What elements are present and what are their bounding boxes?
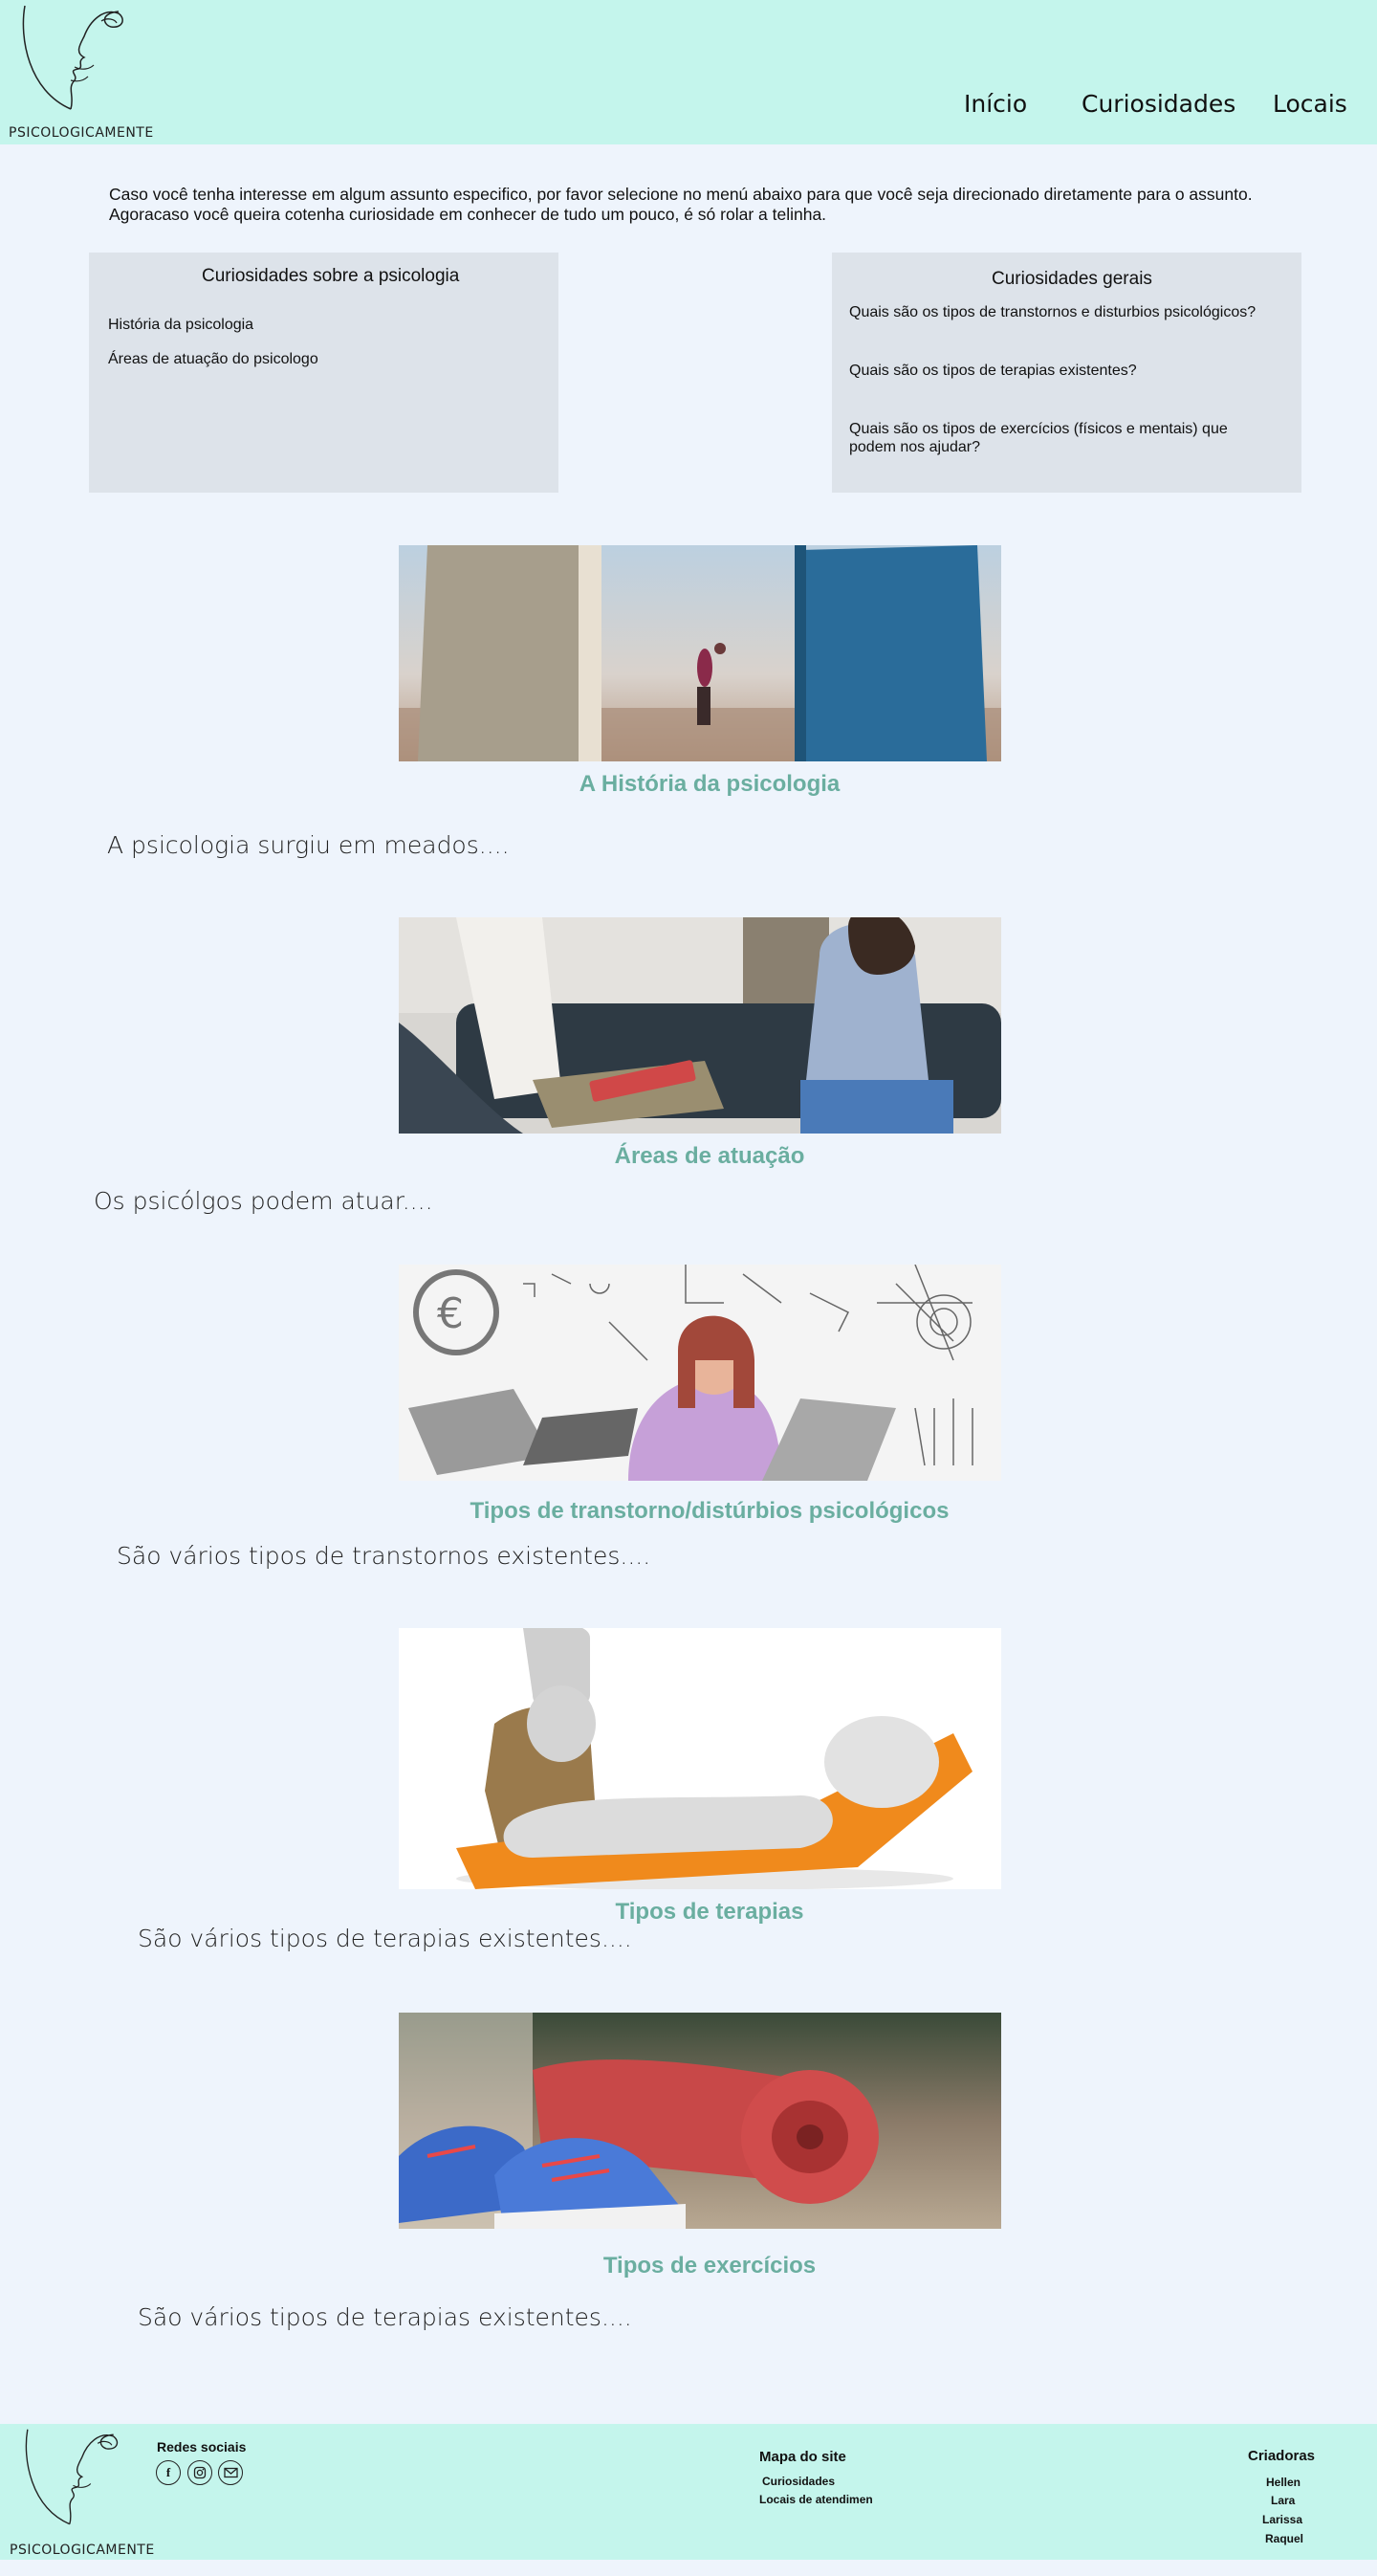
article-title-disorders: Tipos de transtorno/distúrbios psicológi… (470, 1498, 950, 1524)
article-title-exercises: Tipos de exercícios (602, 2253, 817, 2279)
nav-item-curiosidades[interactable]: Curiosidades (1082, 90, 1235, 118)
email-icon[interactable] (218, 2460, 243, 2485)
creator-name: Hellen (1266, 2476, 1301, 2489)
intro-text: Caso você tenha interesse em algum assun… (109, 185, 1295, 225)
article-text-disorders: São vários tipos de transtornos existent… (117, 1542, 651, 1570)
article-text-exercises: São vários tipos de terapias existentes.… (138, 2303, 632, 2331)
intro-line-2: Agoracaso você queira cotenha curiosidad… (109, 205, 827, 224)
books-person-image (399, 545, 1001, 761)
creator-name: Lara (1271, 2494, 1296, 2507)
brand-name: PSICOLOGICAMENTE (9, 125, 154, 141)
instagram-icon[interactable] (187, 2460, 212, 2485)
social-heading: Redes sociais (157, 2439, 247, 2455)
menu-link-disorders[interactable]: Quais são os tipos de transtornos e dist… (849, 303, 1289, 321)
sitemap-heading: Mapa do site (759, 2449, 846, 2465)
sitemap-link-locais[interactable]: Locais de atendimento (759, 2493, 872, 2506)
intro-line-1: Caso você tenha interesse em algum assun… (109, 185, 1253, 204)
footer-brand-logo[interactable]: PSICOLOGICAMENTE (10, 2424, 154, 2560)
site-footer: PSICOLOGICAMENTE Redes sociais Mapa do s… (0, 2424, 1377, 2560)
menu-link-exercises[interactable]: Quais são os tipos de exercícios (físico… (849, 420, 1251, 456)
menu-link-history[interactable]: História da psicologia (108, 316, 253, 334)
article-title-therapies: Tipos de terapias (615, 1899, 804, 1925)
face-line-art-icon (22, 5, 123, 110)
general-curiosities-menu: Curiosidades gerais Quais são os tipos d… (832, 253, 1301, 493)
psychology-curiosities-menu: Curiosidades sobre a psicologia História… (89, 253, 558, 493)
therapy-couch-figure-image (399, 1628, 1001, 1889)
svg-text:€: € (437, 1289, 464, 1338)
nav-item-locais[interactable]: Locais (1273, 90, 1347, 118)
creators-heading: Criadoras (1248, 2448, 1316, 2464)
nav-item-inicio[interactable]: Início (964, 90, 1027, 118)
face-line-art-icon (25, 2429, 119, 2525)
menu-title: Curiosidades sobre a psicologia (202, 266, 460, 286)
creator-name: Raquel (1265, 2532, 1304, 2545)
article-text-areas: Os psicólgos podem atuar.... (94, 1187, 433, 1215)
sneakers-yoga-mat-image (399, 2013, 1001, 2229)
article-title-areas: Áreas de atuação (614, 1143, 805, 1169)
sitemap-link-curiosidades[interactable]: Curiosidades (762, 2475, 835, 2488)
therapy-session-image (399, 917, 1001, 1134)
site-header: PSICOLOGICAMENTE Início Curiosidades Loc… (0, 0, 1377, 144)
creator-name: Larissa (1262, 2513, 1303, 2526)
menu-title: Curiosidades gerais (992, 269, 1152, 289)
brand-logo[interactable]: PSICOLOGICAMENTE (6, 0, 153, 144)
stressed-woman-image: € (399, 1265, 1001, 1481)
article-title-history: A História da psicologia (579, 771, 841, 797)
menu-link-areas[interactable]: Áreas de atuação do psicologo (108, 350, 318, 368)
article-text-therapies: São vários tipos de terapias existentes.… (138, 1925, 632, 1952)
brand-name: PSICOLOGICAMENTE (10, 2543, 155, 2558)
article-text-history: A psicologia surgiu em meados.... (107, 831, 510, 859)
facebook-icon[interactable]: f (156, 2460, 181, 2485)
menu-link-therapies[interactable]: Quais são os tipos de terapias existente… (849, 362, 1289, 380)
